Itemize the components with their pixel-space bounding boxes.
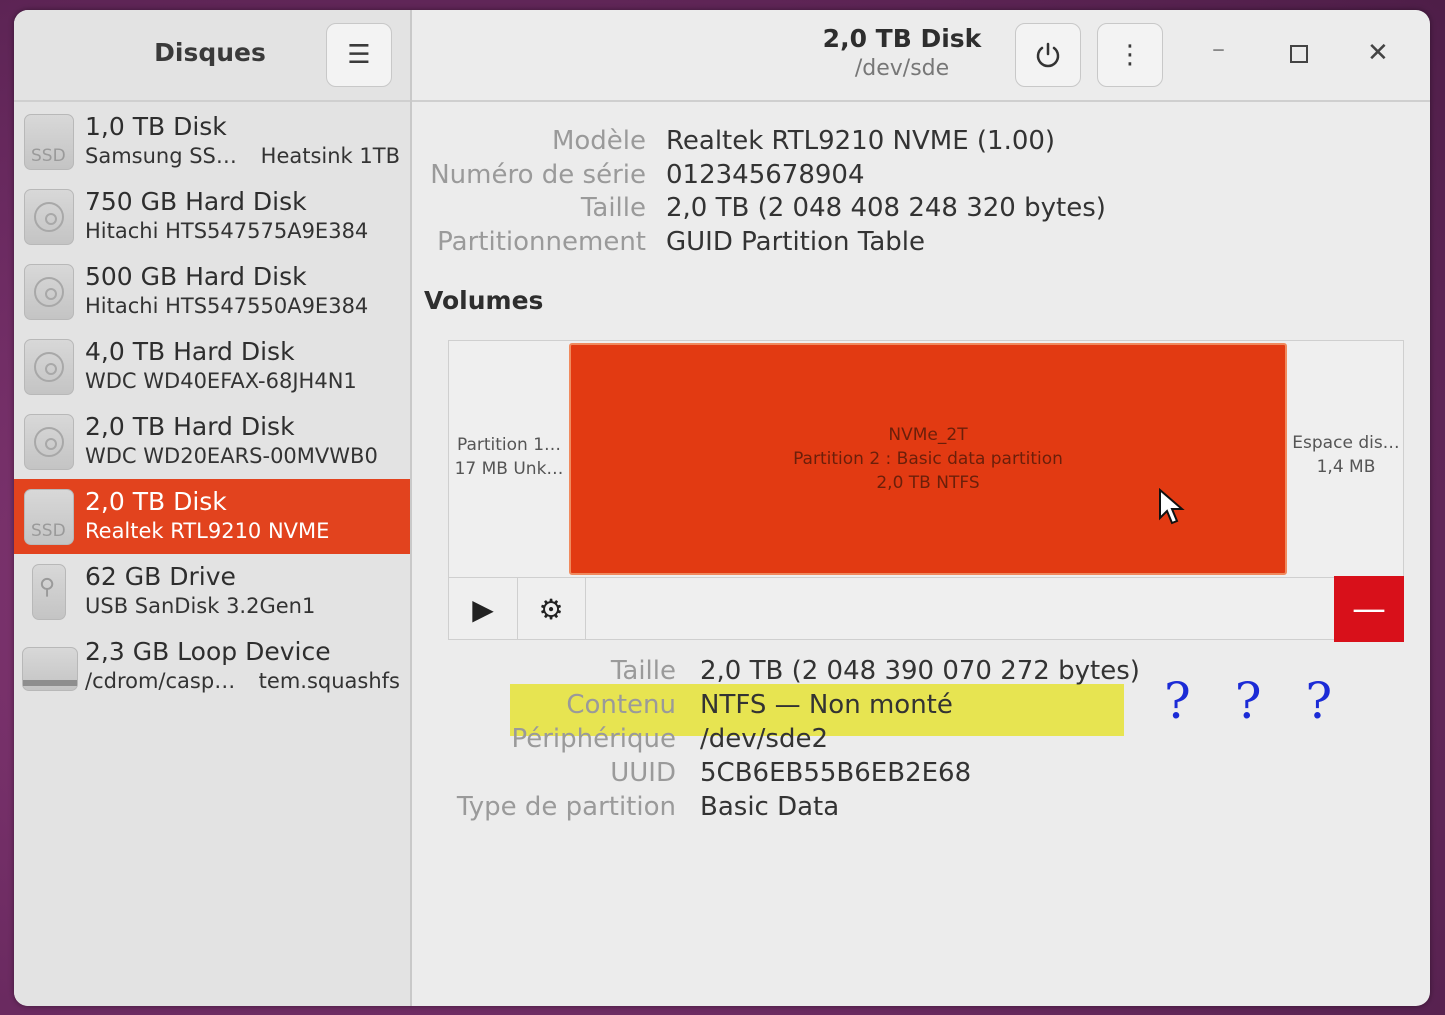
disk-model: WDC WD20EARS-00MVWB0: [85, 444, 378, 468]
partition-2-segment[interactable]: NVMe_2T Partition 2 : Basic data partiti…: [569, 343, 1287, 575]
disk-item-loop[interactable]: 2,3 GB Loop Device /cdrom/casp… tem.squa…: [14, 629, 410, 704]
disks-window: Disques ☰ SSD 1,0 TB Disk Samsung SS… He…: [14, 10, 1430, 1006]
disk-item-62gb-usb[interactable]: ⚲ 62 GB Drive USB SanDisk 3.2Gen1: [14, 554, 410, 629]
disk-model: /cdrom/casp…: [85, 669, 236, 693]
minimize-button[interactable]: –: [1212, 34, 1225, 64]
hard-disk-icon: [24, 189, 74, 245]
disk-model: Samsung SS…: [85, 144, 237, 168]
partitioning-label: Partitionnement: [437, 227, 646, 257]
partition-settings-button[interactable]: ⚙: [517, 578, 586, 640]
disk-device-path: /dev/sde: [854, 56, 950, 81]
uuid-value: 5CB6EB55B6EB2E68: [700, 758, 972, 788]
power-icon: [1036, 42, 1060, 68]
disk-model: Hitachi HTS547550A9E384: [85, 294, 369, 318]
uuid-label: UUID: [610, 758, 676, 788]
segment-label: Espace dis…: [1292, 433, 1400, 453]
sidebar-header: Disques ☰: [14, 10, 410, 102]
ssd-icon: SSD: [24, 489, 74, 545]
disk-list: SSD 1,0 TB Disk Samsung SS… Heatsink 1TB…: [14, 104, 410, 704]
play-icon: ▶: [472, 592, 494, 626]
segment-volume-name: NVMe_2T: [888, 425, 968, 445]
model-value: Realtek RTL9210 NVME (1.00): [666, 126, 1056, 156]
disk-model: USB SanDisk 3.2Gen1: [85, 594, 316, 618]
disk-name: 750 GB Hard Disk: [85, 187, 307, 216]
disk-item-4tb[interactable]: 4,0 TB Hard Disk WDC WD40EFAX-68JH4N1: [14, 329, 410, 404]
loop-device-icon: [22, 647, 78, 691]
segment-label: Partition 1…: [456, 435, 562, 455]
disk-name: 500 GB Hard Disk: [85, 262, 307, 291]
minus-icon: —: [1352, 589, 1386, 629]
ssd-icon: SSD: [24, 114, 74, 170]
serial-value: 012345678904: [666, 160, 865, 190]
device-value: /dev/sde2: [700, 724, 828, 754]
content-value: NTFS — Non monté: [700, 690, 953, 720]
minimize-icon: –: [1212, 34, 1225, 64]
header-bar: 2,0 TB Disk /dev/sde ⋮ – ✕: [412, 10, 1430, 102]
gear-icon: ⚙: [538, 592, 564, 626]
hard-disk-icon: [24, 339, 74, 395]
serial-label: Numéro de série: [430, 160, 646, 190]
partition-size-value: 2,0 TB (2 048 390 070 272 bytes): [700, 656, 1140, 686]
hamburger-menu-button[interactable]: ☰: [326, 23, 392, 87]
volumes-graph: Partition 1… 17 MB Unk… NVMe_2T Partitio…: [448, 340, 1405, 642]
disk-name: 1,0 TB Disk: [85, 112, 227, 141]
size-label: Taille: [580, 193, 646, 223]
usb-drive-icon: ⚲: [32, 564, 66, 620]
disk-model: Hitachi HTS547575A9E384: [85, 219, 369, 243]
question-marks-annotation: ? ? ?: [1164, 672, 1347, 730]
maximize-icon: [1290, 45, 1308, 63]
sidebar: Disques ☰ SSD 1,0 TB Disk Samsung SS… He…: [14, 10, 412, 1006]
disk-model: Realtek RTL9210 NVME: [85, 519, 330, 543]
disk-title: 2,0 TB Disk: [822, 24, 982, 53]
delete-partition-button[interactable]: —: [1334, 576, 1404, 642]
disk-name: 2,0 TB Hard Disk: [85, 412, 295, 441]
disk-model: WDC WD40EFAX-68JH4N1: [85, 369, 357, 393]
segment-size: 1,4 MB: [1316, 457, 1376, 477]
disk-menu-button[interactable]: ⋮: [1097, 23, 1163, 87]
disk-name: 62 GB Drive: [85, 562, 236, 591]
main-panel: 2,0 TB Disk /dev/sde ⋮ – ✕ Modèle Realte…: [412, 10, 1430, 1006]
hard-disk-icon: [24, 264, 74, 320]
partition-size-label: Taille: [610, 656, 676, 686]
model-label: Modèle: [551, 126, 646, 156]
partition-type-value: Basic Data: [700, 792, 840, 822]
partition-1-segment[interactable]: Partition 1… 17 MB Unk…: [449, 341, 569, 577]
disk-model-suffix: Heatsink 1TB: [260, 144, 400, 168]
partition-type-label: Type de partition: [456, 792, 676, 822]
segment-size: 17 MB Unk…: [454, 459, 564, 479]
hard-disk-icon: [24, 414, 74, 470]
close-button[interactable]: ✕: [1367, 38, 1389, 68]
close-icon: ✕: [1367, 38, 1389, 68]
hamburger-menu-icon: ☰: [347, 40, 371, 70]
disk-model-suffix: tem.squashfs: [258, 669, 400, 693]
content-label: Contenu: [566, 690, 676, 720]
volumes-title: Volumes: [424, 286, 544, 315]
vertical-dots-icon: ⋮: [1117, 40, 1143, 70]
partitioning-value: GUID Partition Table: [666, 227, 925, 257]
mouse-cursor-icon: [1159, 488, 1185, 525]
size-value: 2,0 TB (2 048 408 248 320 bytes): [666, 193, 1106, 223]
power-off-button[interactable]: [1015, 23, 1081, 87]
disk-item-2tb-hdd[interactable]: 2,0 TB Hard Disk WDC WD20EARS-00MVWB0: [14, 404, 410, 479]
disk-name: 4,0 TB Hard Disk: [85, 337, 295, 366]
disk-item-1tb[interactable]: SSD 1,0 TB Disk Samsung SS… Heatsink 1TB: [14, 104, 410, 179]
device-label: Périphérique: [511, 724, 676, 754]
segment-label: Partition 2 : Basic data partition: [793, 449, 1063, 469]
maximize-button[interactable]: [1290, 40, 1308, 70]
disk-item-500gb[interactable]: 500 GB Hard Disk Hitachi HTS547550A9E384: [14, 254, 410, 329]
disk-name: 2,3 GB Loop Device: [85, 637, 331, 666]
disk-item-750gb[interactable]: 750 GB Hard Disk Hitachi HTS547575A9E384: [14, 179, 410, 254]
disk-name: 2,0 TB Disk: [85, 487, 227, 516]
mount-button[interactable]: ▶: [449, 578, 518, 640]
free-space-segment[interactable]: Espace dis… 1,4 MB: [1287, 341, 1405, 577]
volume-toolbar: ▶ ⚙ —: [449, 576, 1404, 642]
disk-item-2tb-nvme[interactable]: SSD 2,0 TB Disk Realtek RTL9210 NVME: [14, 479, 410, 554]
